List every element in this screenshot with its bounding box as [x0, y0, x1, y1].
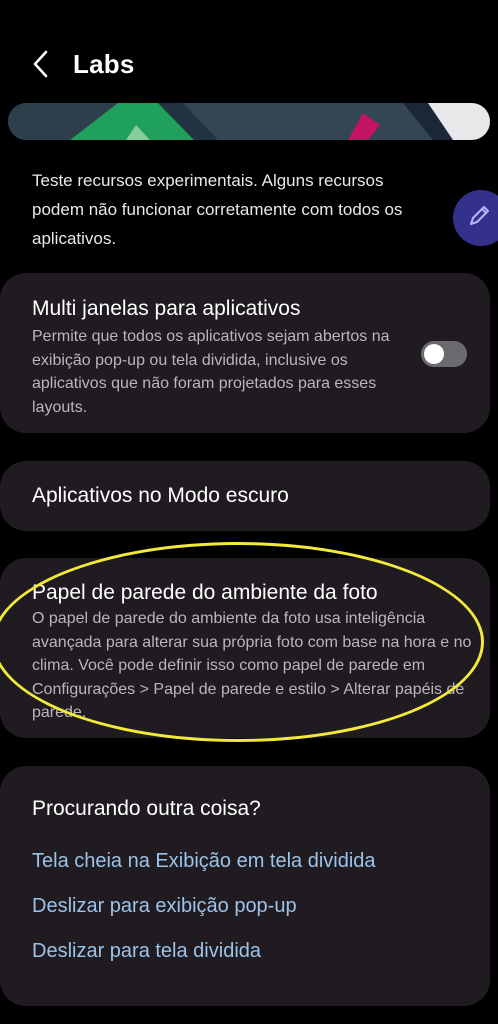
back-button[interactable]	[26, 46, 56, 82]
photo-ambient-wallpaper-card[interactable]: Papel de parede do ambiente da foto O pa…	[0, 558, 490, 738]
link-swipe-popup-view[interactable]: Deslizar para exibição pop-up	[32, 895, 297, 918]
looking-for-something-else-card: Procurando outra coisa? Tela cheia na Ex…	[0, 766, 490, 1006]
page-title: Labs	[73, 49, 135, 79]
toggle-knob	[424, 344, 444, 364]
intro-text: Teste recursos experimentais. Alguns rec…	[32, 171, 403, 248]
link-swipe-split-screen[interactable]: Deslizar para tela dividida	[32, 940, 261, 963]
chevron-left-icon	[33, 50, 48, 78]
pen-icon	[470, 206, 489, 225]
photo-ambient-title: Papel de parede do ambiente da foto	[32, 581, 378, 604]
header: Labs	[0, 34, 498, 94]
multi-window-card[interactable]: Multi janelas para aplicativos Permite q…	[0, 273, 490, 433]
link-full-screen-split-view[interactable]: Tela cheia na Exibição em tela dividida	[32, 850, 376, 873]
edit-fab-button[interactable]	[453, 190, 498, 246]
multi-window-toggle[interactable]	[421, 341, 467, 367]
photo-ambient-description: O papel de parede do ambiente da foto us…	[32, 610, 472, 721]
looking-for-title: Procurando outra coisa?	[32, 797, 261, 820]
multi-window-title: Multi janelas para aplicativos	[32, 297, 301, 320]
dark-mode-apps-card[interactable]: Aplicativos no Modo escuro	[0, 461, 490, 531]
multi-window-description: Permite que todos os aplicativos sejam a…	[32, 328, 390, 416]
labs-banner	[8, 103, 490, 140]
dark-mode-apps-title: Aplicativos no Modo escuro	[32, 484, 289, 507]
